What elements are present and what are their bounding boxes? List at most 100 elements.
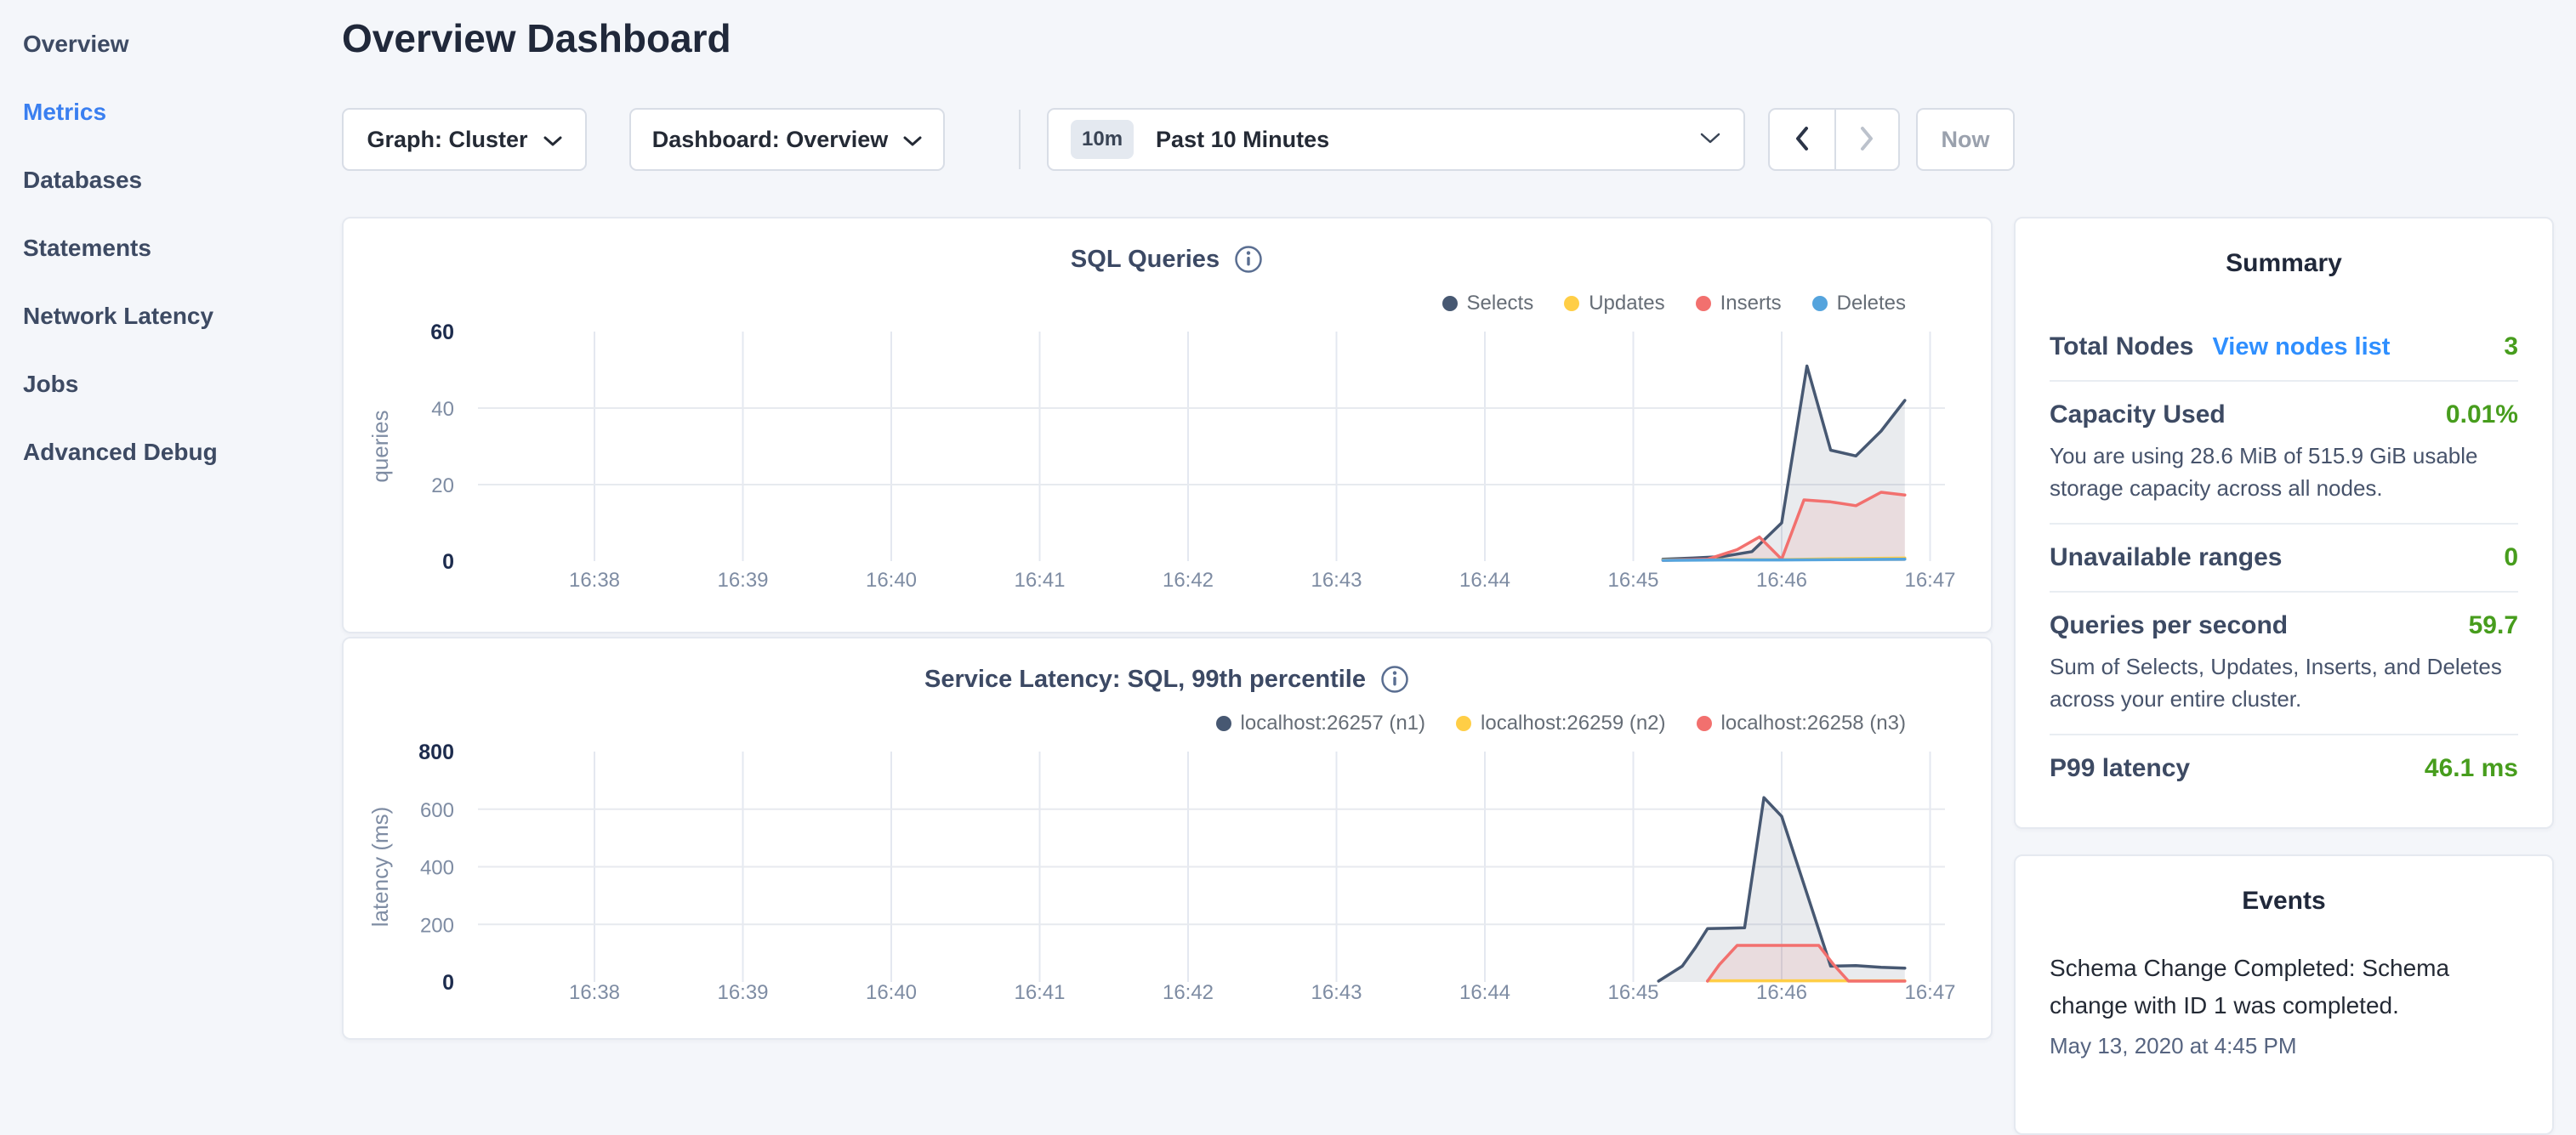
- svg-text:60: 60: [430, 321, 454, 344]
- x-gridlines: [594, 332, 1931, 561]
- legend-series-label: localhost:26258 (n3): [1721, 712, 1906, 735]
- info-icon[interactable]: [1233, 244, 1264, 275]
- legend-dot-icon: [1564, 296, 1579, 311]
- svg-text:16:41: 16:41: [1014, 981, 1065, 1004]
- y-axis-title: latency (ms): [367, 807, 393, 928]
- legend-item-localhost-26258-n3[interactable]: localhost:26258 (n3): [1697, 712, 1906, 735]
- chevron-left-icon: [1791, 123, 1813, 156]
- svg-text:400: 400: [420, 857, 454, 880]
- sidebar-item-statements[interactable]: Statements: [0, 214, 340, 282]
- legend-item-localhost-26257-n1[interactable]: localhost:26257 (n1): [1216, 712, 1425, 735]
- svg-text:16:42: 16:42: [1163, 569, 1214, 592]
- sidebar-nav: OverviewMetricsDatabasesStatementsNetwor…: [0, 10, 340, 486]
- summary-label: Unavailable ranges: [2050, 543, 2282, 572]
- svg-text:16:44: 16:44: [1459, 569, 1510, 592]
- summary-row-top: Unavailable ranges 0: [2050, 543, 2518, 572]
- sidebar-item-jobs[interactable]: Jobs: [0, 350, 340, 418]
- summary-rows: Total NodesView nodes list3Capacity Used…: [2050, 314, 2518, 802]
- chart-title-row: Service Latency: SQL, 99th percentile: [344, 664, 1991, 695]
- svg-text:16:45: 16:45: [1607, 569, 1658, 592]
- chevron-right-icon: [1856, 123, 1878, 156]
- y-gridlines: [478, 408, 1945, 485]
- page-title: Overview Dashboard: [342, 15, 731, 61]
- event-text: Schema Change Completed: Schema change w…: [2050, 950, 2466, 1024]
- svg-text:16:46: 16:46: [1756, 569, 1807, 592]
- legend-dot-icon: [1442, 296, 1458, 311]
- legend-dot-icon: [1697, 716, 1712, 731]
- dashboard-dropdown-label: Dashboard: Overview: [652, 127, 889, 153]
- svg-text:600: 600: [420, 799, 454, 822]
- events-list: Schema Change Completed: Schema change w…: [2050, 950, 2518, 1059]
- now-button[interactable]: Now: [1916, 108, 2015, 171]
- svg-text:16:47: 16:47: [1904, 981, 1955, 1004]
- summary-label: Queries per second: [2050, 611, 2288, 640]
- svg-text:16:42: 16:42: [1163, 981, 1214, 1004]
- chart-title: SQL Queries: [1071, 246, 1220, 274]
- summary-row-top: P99 latency46.1 ms: [2050, 754, 2518, 783]
- chevron-down-icon: [543, 127, 562, 153]
- time-range-label: Past 10 Minutes: [1156, 127, 1677, 153]
- sql-queries-plot: 020406016:3816:3916:4016:4116:4216:4316:…: [344, 312, 1994, 635]
- dashboard-dropdown[interactable]: Dashboard: Overview: [629, 108, 945, 171]
- event-timestamp: May 13, 2020 at 4:45 PM: [2050, 1033, 2518, 1059]
- previous-timespan-button[interactable]: [1770, 110, 1834, 169]
- sidebar-item-overview[interactable]: Overview: [0, 10, 340, 78]
- svg-text:16:39: 16:39: [717, 981, 768, 1004]
- svg-text:16:46: 16:46: [1756, 981, 1807, 1004]
- summary-row-capacity-used: Capacity Used0.01%You are using 28.6 MiB…: [2050, 380, 2518, 523]
- chart-legend: localhost:26257 (n1) localhost:26259 (n2)…: [1216, 712, 1906, 735]
- summary-row-top: Total NodesView nodes list3: [2050, 332, 2518, 361]
- sidebar-item-network-latency[interactable]: Network Latency: [0, 282, 340, 350]
- summary-panel: Summary Total NodesView nodes list3Capac…: [2014, 217, 2554, 829]
- legend-series-label: localhost:26257 (n1): [1241, 712, 1425, 735]
- events-title: Events: [2050, 887, 2518, 916]
- summary-row-total-nodes: Total NodesView nodes list3: [2050, 314, 2518, 380]
- summary-subtext: You are using 28.6 MiB of 515.9 GiB usab…: [2050, 440, 2518, 504]
- x-axis-labels: 16:3816:3916:4016:4116:4216:4316:4416:45…: [569, 981, 1956, 1004]
- legend-dot-icon: [1456, 716, 1471, 731]
- sql-queries-chart-card: SQL QueriesSelectsUpdatesInsertsDeletes0…: [342, 217, 1993, 633]
- service-latency-sql-99th-percentile-plot: 020040060080016:3816:3916:4016:4116:4216…: [344, 734, 1994, 1031]
- info-icon[interactable]: [1379, 664, 1410, 695]
- svg-text:20: 20: [431, 474, 454, 497]
- summary-value: 3: [2504, 332, 2518, 361]
- time-range-selector[interactable]: 10m Past 10 Minutes: [1047, 108, 1745, 171]
- y-axis-title: queries: [367, 410, 393, 482]
- svg-text:16:45: 16:45: [1607, 981, 1658, 1004]
- summary-value: 0: [2504, 543, 2518, 572]
- legend-series-label: localhost:26259 (n2): [1481, 712, 1665, 735]
- svg-text:16:41: 16:41: [1014, 569, 1065, 592]
- x-axis-labels: 16:38 16:39 16:40 16:41 16:42 16:43 16:44 16:45…: [569, 569, 1956, 592]
- y-axis-labels: 0204060: [430, 321, 454, 574]
- svg-text:16:38: 16:38: [569, 981, 620, 1004]
- svg-text:16:39: 16:39: [717, 569, 768, 592]
- sidebar-item-databases[interactable]: Databases: [0, 146, 340, 214]
- legend-dot-icon: [1696, 296, 1711, 311]
- controls-bar: Graph: Cluster Dashboard: Overview 10m P…: [342, 108, 1993, 171]
- sidebar-item-advanced-debug[interactable]: Advanced Debug: [0, 418, 340, 486]
- legend-dot-icon: [1216, 716, 1231, 731]
- svg-text:16:40: 16:40: [866, 569, 917, 592]
- sidebar-item-metrics[interactable]: Metrics: [0, 78, 340, 146]
- chevron-down-icon: [1699, 132, 1721, 147]
- next-timespan-button[interactable]: [1834, 110, 1899, 169]
- chart-title: Service Latency: SQL, 99th percentile: [924, 666, 1366, 694]
- summary-row-queries-per-second: Queries per second59.7Sum of Selects, Up…: [2050, 591, 2518, 734]
- svg-text:0: 0: [442, 550, 454, 574]
- time-range-badge: 10m: [1071, 120, 1134, 159]
- events-panel: Events Schema Change Completed: Schema c…: [2014, 854, 2554, 1135]
- summary-label: P99 latency: [2050, 754, 2190, 783]
- controls-divider: [1019, 110, 1021, 169]
- service-latency-chart-card: Service Latency: SQL, 99th percentile loc…: [342, 637, 1993, 1040]
- svg-text:16:44: 16:44: [1459, 981, 1510, 1004]
- svg-text:16:38: 16:38: [569, 569, 620, 592]
- summary-row-unavailable-ranges: Unavailable ranges 0: [2050, 523, 2518, 591]
- svg-text:16:43: 16:43: [1311, 569, 1362, 592]
- summary-row-top: Queries per second59.7: [2050, 611, 2518, 640]
- event-item: Schema Change Completed: Schema change w…: [2050, 950, 2518, 1059]
- legend-item-localhost-26259-n2[interactable]: localhost:26259 (n2): [1456, 712, 1665, 735]
- svg-text:0: 0: [442, 971, 454, 995]
- summary-title: Summary: [2050, 249, 2518, 278]
- view-nodes-list-link[interactable]: View nodes list: [2212, 333, 2390, 361]
- graph-dropdown[interactable]: Graph: Cluster: [342, 108, 587, 171]
